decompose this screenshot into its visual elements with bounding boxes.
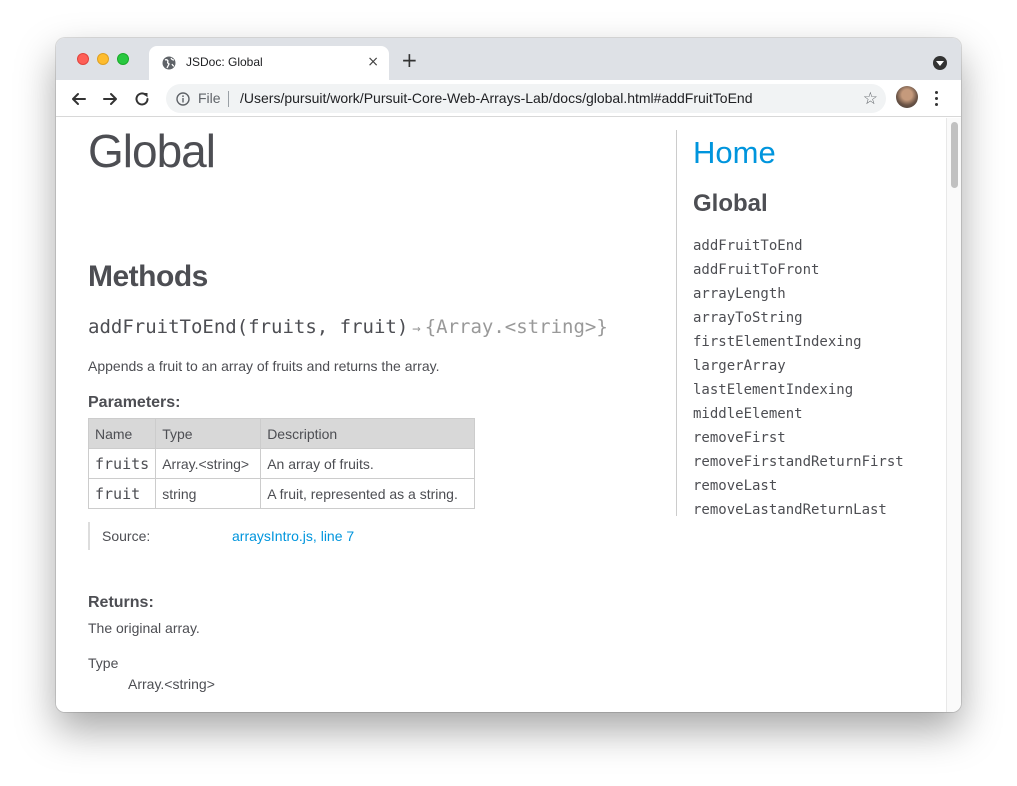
nav-item-removeFirst[interactable]: removeFirst: [693, 426, 904, 450]
source-line-link[interactable]: line 7: [321, 528, 354, 544]
parameters-heading: Parameters:: [88, 394, 181, 411]
table-row: fruits Array.<string> An array of fruits…: [87, 448, 476, 479]
info-icon[interactable]: [176, 92, 190, 106]
tab-bar: JSDoc: Global × +: [56, 38, 961, 80]
nav-section-heading: Global: [693, 190, 768, 217]
nav-item-firstElementIndexing[interactable]: firstElementIndexing: [693, 330, 904, 354]
nav-item-lastElementIndexing[interactable]: lastElementIndexing: [693, 378, 904, 402]
param-type: Array.<string>: [155, 448, 262, 479]
source-label: Source:: [102, 528, 151, 544]
column-header: Type: [155, 418, 262, 449]
table-header-row: Name Type Description: [87, 418, 476, 449]
param-description: An array of fruits.: [260, 448, 476, 479]
source-separator: ,: [312, 528, 321, 544]
nav-item-largerArray[interactable]: largerArray: [693, 354, 904, 378]
avatar[interactable]: [896, 86, 918, 108]
methods-heading: Methods: [88, 260, 208, 293]
scrollbar-thumb[interactable]: [951, 122, 958, 188]
table-row: fruit string A fruit, represented as a s…: [87, 478, 476, 509]
param-type: string: [155, 478, 262, 509]
source-file-link[interactable]: arraysIntro.js: [232, 528, 313, 544]
param-description: A fruit, represented as a string.: [260, 478, 476, 509]
new-tab-button[interactable]: +: [401, 50, 418, 70]
returns-type-value: Array.<string>: [128, 676, 215, 692]
sidebar-nav: Home Global addFruitToEnd addFruitToFron…: [676, 130, 936, 518]
nav-item-removeLastandReturnLast[interactable]: removeLastandReturnLast: [693, 498, 904, 522]
returns-heading: Returns:: [88, 594, 154, 611]
param-name: fruit: [87, 478, 157, 509]
method-name: addFruitToEnd(fruits, fruit): [88, 316, 409, 338]
zoom-window-button[interactable]: [117, 53, 129, 65]
param-name: fruits: [87, 448, 157, 479]
kebab-menu-icon[interactable]: [935, 91, 939, 107]
parameters-table: Name Type Description fruits Array.<stri…: [87, 418, 476, 509]
nav-item-removeLast[interactable]: removeLast: [693, 474, 904, 498]
nav-item-middleElement[interactable]: middleElement: [693, 402, 904, 426]
browser-window: JSDoc: Global × + File /Users/pursuit/wo…: [56, 38, 961, 712]
nav-item-addFruitToFront[interactable]: addFruitToFront: [693, 258, 904, 282]
close-window-button[interactable]: [77, 53, 89, 65]
nav-item-addFruitToEnd[interactable]: addFruitToEnd: [693, 234, 904, 258]
source-link-group: arraysIntro.js, line 7: [232, 528, 354, 544]
return-arrow-icon: →: [412, 321, 421, 337]
nav-item-arrayLength[interactable]: arrayLength: [693, 282, 904, 306]
source-details: Source: arraysIntro.js, line 7: [88, 522, 354, 550]
vertical-scrollbar[interactable]: [946, 118, 961, 712]
page-title: Global: [88, 125, 216, 177]
browser-toolbar: File /Users/pursuit/work/Pursuit-Core-We…: [56, 80, 961, 117]
column-header: Description: [260, 418, 476, 449]
file-scheme-label: File: [198, 90, 221, 106]
column-header: Name: [87, 418, 157, 449]
tab-jsdoc-global[interactable]: JSDoc: Global ×: [149, 46, 389, 80]
nav-home-link[interactable]: Home: [693, 135, 776, 171]
url-text[interactable]: /Users/pursuit/work/Pursuit-Core-Web-Arr…: [240, 90, 753, 106]
forward-arrow-icon[interactable]: [99, 88, 121, 110]
back-arrow-icon[interactable]: [68, 88, 90, 110]
nav-item-arrayToString[interactable]: arrayToString: [693, 306, 904, 330]
page-content: Global Methods addFruitToEnd(fruits, fru…: [56, 118, 946, 712]
tab-close-icon[interactable]: ×: [367, 54, 379, 70]
nav-item-removeFirstandReturnFirst[interactable]: removeFirstandReturnFirst: [693, 450, 904, 474]
tab-title: JSDoc: Global: [186, 55, 263, 69]
address-separator: [228, 91, 229, 107]
nav-method-list: addFruitToEnd addFruitToFront arrayLengt…: [693, 234, 904, 522]
method-return-type: {Array.<string>}: [424, 316, 608, 338]
returns-description: The original array.: [88, 620, 200, 636]
minimize-window-button[interactable]: [97, 53, 109, 65]
method-description: Appends a fruit to an array of fruits an…: [88, 358, 440, 374]
globe-icon: [162, 56, 176, 70]
reload-icon[interactable]: [131, 88, 153, 110]
tab-search-icon[interactable]: [933, 56, 947, 70]
address-bar[interactable]: File /Users/pursuit/work/Pursuit-Core-We…: [166, 84, 886, 113]
method-signature: addFruitToEnd(fruits, fruit) → {Array.<str…: [88, 316, 608, 338]
star-icon[interactable]: ☆: [863, 89, 878, 109]
returns-type-label: Type: [88, 655, 119, 671]
